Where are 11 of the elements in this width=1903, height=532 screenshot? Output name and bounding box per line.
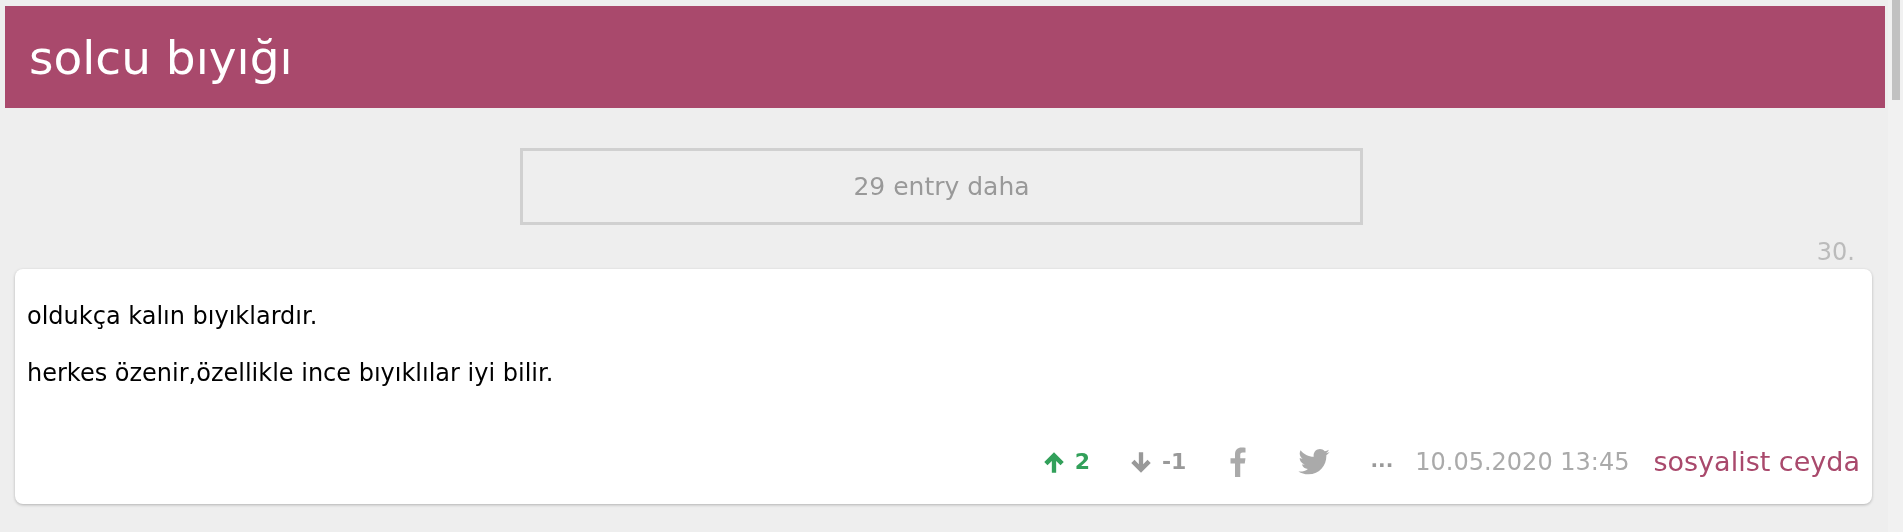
more-entries-button[interactable]: 29 entry daha	[520, 148, 1363, 225]
twitter-icon[interactable]	[1298, 448, 1331, 475]
entry-date: 10.05.2020 13:45	[1415, 446, 1630, 478]
scrollbar-thumb[interactable]	[1892, 0, 1900, 100]
entry-text-line: oldukça kalın bıyıklardır.	[27, 301, 319, 332]
facebook-icon[interactable]	[1230, 446, 1247, 477]
author-link[interactable]: sosyalist ceyda	[1653, 441, 1860, 482]
downvote-button[interactable]: -1	[1128, 445, 1187, 479]
entry-text-line: herkes özenir,özellikle ince bıyıklılar iyi bilir.	[27, 358, 555, 389]
upvote-button[interactable]: 2	[1040, 445, 1090, 479]
more-options-button[interactable]: ...	[1370, 444, 1394, 479]
